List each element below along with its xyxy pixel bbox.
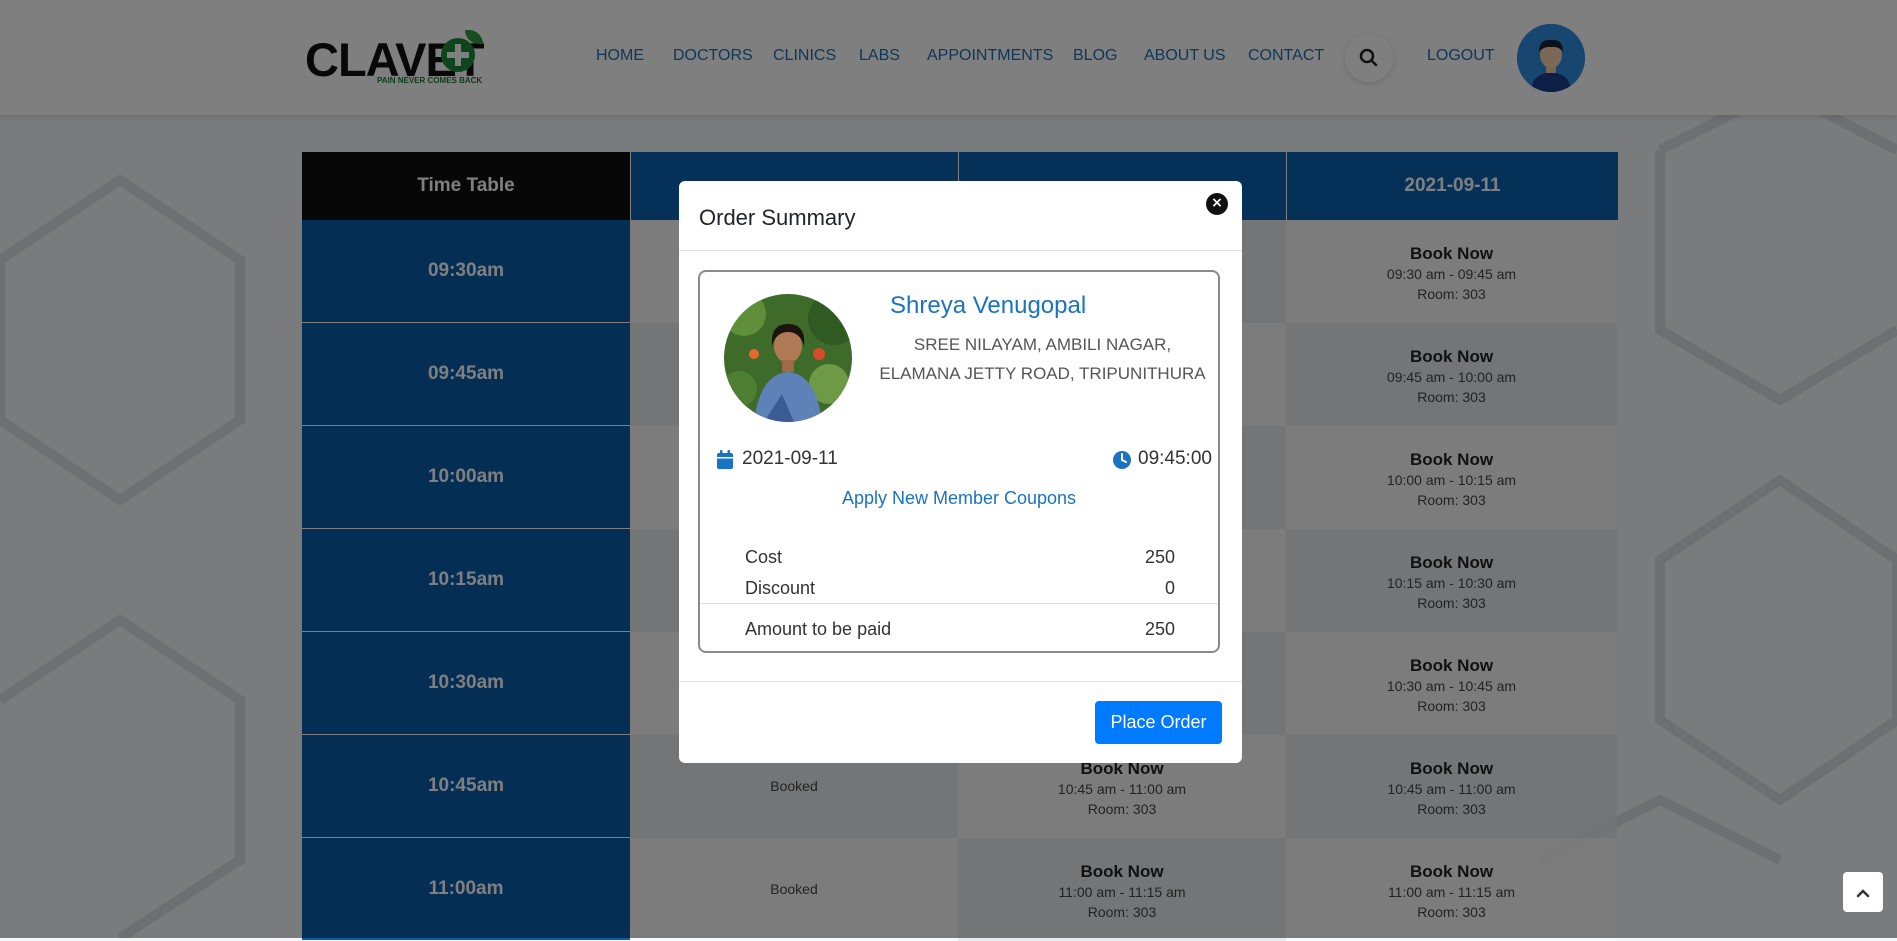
apply-coupon-link[interactable]: Apply New Member Coupons — [700, 488, 1218, 509]
address-line-2: ELAMANA JETTY ROAD, TRIPUNITHURA — [879, 364, 1206, 383]
modal-title: Order Summary — [699, 205, 856, 230]
amount-row: Amount to be paid 250 — [745, 619, 1175, 643]
divider — [679, 681, 1242, 682]
address-line-1: SREE NILAYAM, AMBILI NAGAR, — [913, 335, 1172, 354]
discount-row: Discount 0 — [745, 578, 1175, 602]
scroll-top-button[interactable] — [1843, 872, 1883, 912]
clock-icon — [1113, 451, 1131, 469]
discount-label: Discount — [745, 578, 816, 598]
divider — [679, 250, 1242, 251]
appointment-time: 09:45:00 — [1138, 448, 1212, 469]
doctor-photo-image — [724, 294, 852, 422]
amount-label: Amount to be paid — [745, 619, 892, 639]
cost-label: Cost — [745, 547, 783, 567]
place-order-button[interactable]: Place Order — [1095, 701, 1222, 744]
doctor-name[interactable]: Shreya Venugopal — [890, 292, 1086, 320]
divider — [700, 603, 1218, 604]
appointment-date: 2021-09-11 — [742, 448, 838, 469]
cost-row: Cost 250 — [745, 547, 1175, 571]
order-card: Shreya Venugopal SREE NILAYAM, AMBILI NA… — [698, 270, 1220, 653]
doctor-photo — [724, 294, 852, 422]
amount-value: 250 — [1144, 619, 1175, 639]
discount-value: 0 — [1164, 578, 1175, 598]
cost-value: 250 — [1144, 547, 1175, 567]
close-icon[interactable]: × — [1206, 193, 1228, 215]
doctor-address: SREE NILAYAM, AMBILI NAGAR, ELAMANA JETT… — [870, 330, 1215, 388]
chevron-up-icon — [1856, 888, 1870, 897]
calendar-icon — [717, 450, 733, 469]
order-summary-modal: Order Summary × Shreya Venugopal SREE NI… — [679, 181, 1242, 763]
appointment-datetime: 2021-09-11 09:45:00 — [716, 448, 1212, 472]
